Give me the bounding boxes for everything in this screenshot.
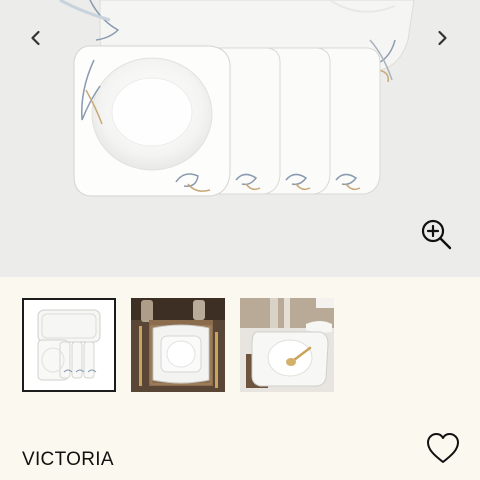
product-title: VICTORIA xyxy=(22,449,114,470)
previous-image-button[interactable] xyxy=(10,12,62,64)
thumbnail-plate-set-overview[interactable] xyxy=(22,298,116,392)
next-image-button[interactable] xyxy=(416,12,468,64)
heart-outline-icon xyxy=(427,433,459,463)
product-main-image xyxy=(59,0,415,197)
thumbnail-table-setting-soup-plate-with-spoon[interactable] xyxy=(240,298,334,392)
chevron-right-icon xyxy=(438,30,447,46)
product-image-gallery[interactable] xyxy=(0,0,480,277)
thumbnail-table-setting-square-plates[interactable] xyxy=(131,298,225,392)
plate-1 xyxy=(73,45,231,197)
zoom-in-icon xyxy=(421,219,452,250)
add-to-favorites-button[interactable] xyxy=(424,430,462,466)
thumbnail-strip xyxy=(22,298,334,394)
chevron-left-icon xyxy=(31,30,40,46)
zoom-image-button[interactable] xyxy=(418,216,456,254)
